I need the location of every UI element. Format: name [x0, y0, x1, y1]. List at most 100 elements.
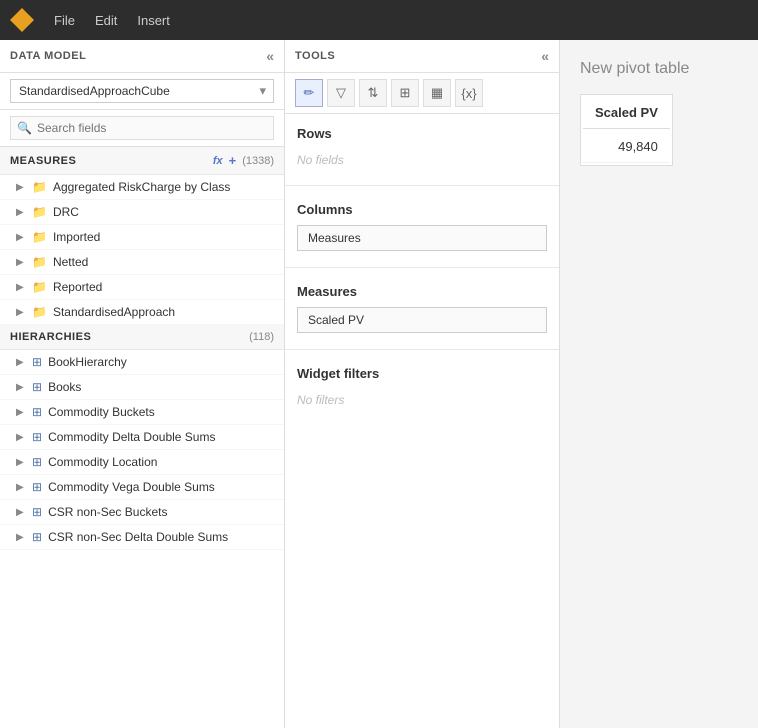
- list-item[interactable]: ▶ 📁 Aggregated RiskCharge by Class: [0, 175, 284, 200]
- list-item[interactable]: ▶ 📁 Imported: [0, 225, 284, 250]
- widget-filters-section: Widget filters No filters: [285, 354, 559, 421]
- folder-icon: 📁: [32, 280, 47, 294]
- pivot-table-header: Scaled PV: [583, 97, 670, 129]
- filter-icon: ▽: [336, 85, 346, 101]
- folder-icon: 📁: [32, 205, 47, 219]
- list-item[interactable]: ▶ ⊞ Books: [0, 375, 284, 400]
- columns-section: Columns Measures: [285, 190, 559, 263]
- sort-toolbar-btn[interactable]: ⇅: [359, 79, 387, 107]
- item-label: Commodity Delta Double Sums: [48, 430, 215, 444]
- tools-title: TOOLS: [295, 50, 335, 62]
- tools-header: TOOLS «: [285, 40, 559, 73]
- no-fields-label: No fields: [297, 149, 547, 175]
- rows-section: Rows No fields: [285, 114, 559, 181]
- folder-icon: 📁: [32, 305, 47, 319]
- item-label: Commodity Buckets: [48, 405, 155, 419]
- add-measure-icon[interactable]: +: [229, 153, 237, 168]
- folder-icon: 📁: [32, 180, 47, 194]
- item-label: Aggregated RiskCharge by Class: [53, 180, 230, 194]
- code-icon: {x}: [461, 86, 476, 101]
- edit-toolbar-btn[interactable]: ✏: [295, 79, 323, 107]
- hierarchy-icon: ⊞: [32, 455, 42, 469]
- grid-toolbar-btn[interactable]: ▦: [423, 79, 451, 107]
- measures-actions: fx + (1338): [213, 153, 274, 168]
- list-item[interactable]: ▶ 📁 Reported: [0, 275, 284, 300]
- measures-list: ▶ 📁 Aggregated RiskCharge by Class ▶ 📁 D…: [0, 175, 284, 325]
- filter-toolbar-btn[interactable]: ▽: [327, 79, 355, 107]
- hierarchies-section: HIERARCHIES (118) ▶ ⊞ BookHierarchy ▶ ⊞: [0, 325, 284, 728]
- hierarchy-icon: ⊞: [32, 355, 42, 369]
- left-panel: DATA MODEL « StandardisedApproachCube 🔍 …: [0, 40, 285, 728]
- list-item[interactable]: ▶ 📁 Netted: [0, 250, 284, 275]
- menu-file[interactable]: File: [54, 13, 75, 28]
- tools-collapse[interactable]: «: [541, 48, 549, 64]
- list-item[interactable]: ▶ 📁 StandardisedApproach: [0, 300, 284, 325]
- expand-arrow: ▶: [16, 282, 26, 293]
- grid-icon: ▦: [431, 85, 443, 101]
- item-label: Books: [48, 380, 81, 394]
- hierarchy-icon: ⊞: [32, 405, 42, 419]
- pivot-measures-section: Measures Scaled PV: [285, 272, 559, 345]
- top-nav: File Edit Insert: [0, 0, 758, 40]
- list-item[interactable]: ▶ ⊞ Commodity Vega Double Sums: [0, 475, 284, 500]
- pivot-measures-title: Measures: [297, 284, 547, 299]
- expand-toolbar-btn[interactable]: ⊞: [391, 79, 419, 107]
- code-toolbar-btn[interactable]: {x}: [455, 79, 483, 107]
- hierarchies-list: ▶ ⊞ BookHierarchy ▶ ⊞ Books ▶ ⊞ Comm: [0, 350, 284, 550]
- list-item[interactable]: ▶ ⊞ Commodity Location: [0, 450, 284, 475]
- hierarchies-list-wrapper: ▶ ⊞ BookHierarchy ▶ ⊞ Books ▶ ⊞ Comm: [0, 350, 284, 728]
- menu-edit[interactable]: Edit: [95, 13, 117, 28]
- item-label: BookHierarchy: [48, 355, 127, 369]
- edit-icon: ✏: [304, 85, 315, 101]
- hierarchy-icon: ⊞: [32, 380, 42, 394]
- data-model-header: DATA MODEL «: [0, 40, 284, 73]
- data-model-collapse[interactable]: «: [266, 48, 274, 64]
- hierarchies-title: HIERARCHIES: [10, 331, 91, 343]
- expand-arrow: ▶: [16, 307, 26, 318]
- list-item[interactable]: ▶ ⊞ CSR non-Sec Buckets: [0, 500, 284, 525]
- list-item[interactable]: ▶ ⊞ Commodity Delta Double Sums: [0, 425, 284, 450]
- pivot-table-value: 49,840: [583, 131, 670, 163]
- columns-field-chip[interactable]: Measures: [297, 225, 547, 251]
- hierarchy-icon: ⊞: [32, 430, 42, 444]
- item-label: Commodity Location: [48, 455, 157, 469]
- right-panel: New pivot table Scaled PV 49,840: [560, 40, 758, 728]
- item-label: CSR non-Sec Delta Double Sums: [48, 530, 228, 544]
- hierarchy-icon: ⊞: [32, 505, 42, 519]
- list-item[interactable]: ▶ ⊞ CSR non-Sec Delta Double Sums: [0, 525, 284, 550]
- app-logo: [10, 8, 34, 32]
- expand-arrow: ▶: [16, 532, 26, 543]
- folder-icon: 📁: [32, 255, 47, 269]
- measures-title: MEASURES: [10, 155, 76, 167]
- expand-arrow: ▶: [16, 432, 26, 443]
- expand-arrow: ▶: [16, 182, 26, 193]
- list-item[interactable]: ▶ ⊞ BookHierarchy: [0, 350, 284, 375]
- pivot-preview-title: New pivot table: [580, 60, 738, 78]
- search-input[interactable]: [10, 116, 274, 140]
- cube-selector-row: StandardisedApproachCube: [0, 73, 284, 110]
- expand-arrow: ▶: [16, 257, 26, 268]
- hierarchies-scroll[interactable]: ▶ ⊞ BookHierarchy ▶ ⊞ Books ▶ ⊞ Comm: [0, 350, 284, 728]
- item-label: Reported: [53, 280, 102, 294]
- cube-selector-dropdown[interactable]: StandardisedApproachCube: [10, 79, 274, 103]
- expand-arrow: ▶: [16, 232, 26, 243]
- menu-insert[interactable]: Insert: [137, 13, 170, 28]
- tools-toolbar: ✏ ▽ ⇅ ⊞ ▦ {x}: [285, 73, 559, 114]
- item-label: Commodity Vega Double Sums: [48, 480, 215, 494]
- hierarchy-icon: ⊞: [32, 480, 42, 494]
- measures-field-chip[interactable]: Scaled PV: [297, 307, 547, 333]
- data-model-title: DATA MODEL: [10, 50, 86, 62]
- search-box: 🔍: [0, 110, 284, 147]
- widget-filters-title: Widget filters: [297, 366, 547, 381]
- expand-arrow: ▶: [16, 407, 26, 418]
- tools-panel: TOOLS « ✏ ▽ ⇅ ⊞ ▦ {x}: [285, 40, 560, 728]
- hierarchy-icon: ⊞: [32, 530, 42, 544]
- fx-icon[interactable]: fx: [213, 155, 223, 167]
- rows-title: Rows: [297, 126, 547, 141]
- expand-icon: ⊞: [400, 85, 411, 101]
- expand-arrow: ▶: [16, 457, 26, 468]
- list-item[interactable]: ▶ 📁 DRC: [0, 200, 284, 225]
- search-icon: 🔍: [17, 121, 32, 135]
- list-item[interactable]: ▶ ⊞ Commodity Buckets: [0, 400, 284, 425]
- item-label: Imported: [53, 230, 100, 244]
